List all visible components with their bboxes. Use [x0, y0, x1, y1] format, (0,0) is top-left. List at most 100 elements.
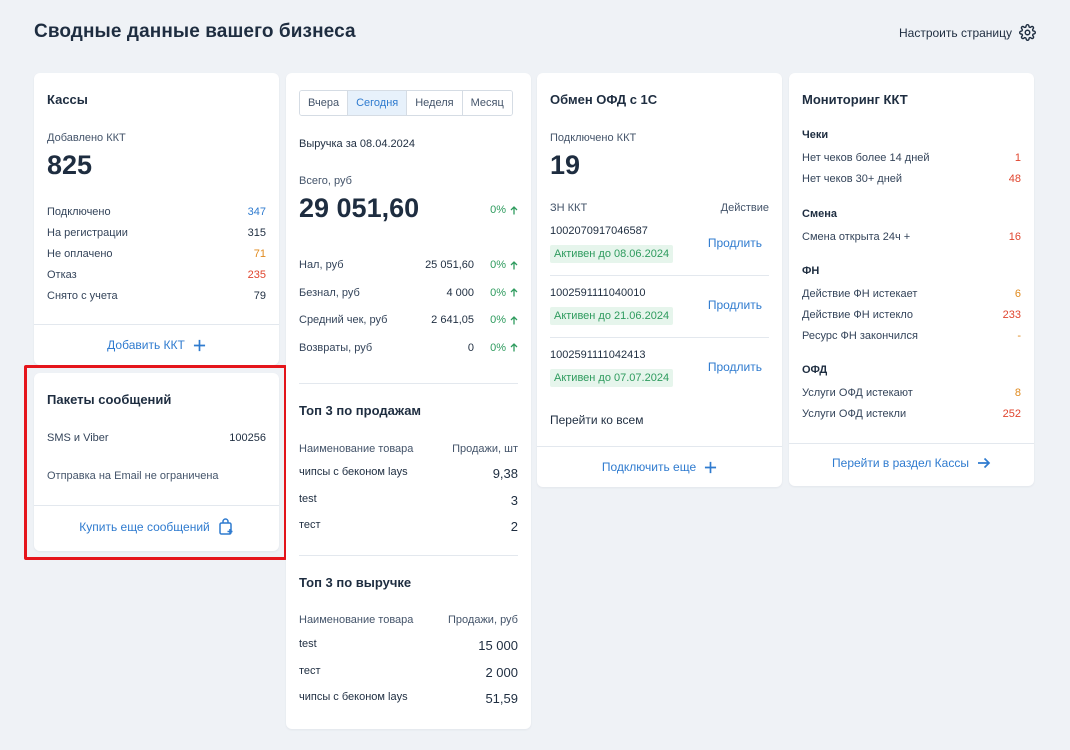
add-kkt-label: Добавить ККТ [107, 338, 185, 352]
monitoring-row: Смена открыта 24ч + 16 [802, 231, 1021, 243]
tab-period[interactable]: Неделя [407, 91, 463, 115]
page-title: Сводные данные вашего бизнеса [34, 21, 356, 42]
divider [550, 275, 769, 276]
monitoring-row-value: - [1017, 330, 1021, 342]
divider [34, 505, 279, 506]
messages-card: Пакеты сообщений SMS и Viber 100256 Отпр… [34, 373, 279, 551]
status-badge: Активен до 08.06.2024 [550, 245, 674, 263]
arrow-up-icon [510, 343, 518, 352]
monitoring-title: Мониторинг ККТ [802, 92, 908, 107]
extend-button[interactable]: Продлить [708, 360, 762, 374]
arrow-up-icon [510, 260, 518, 269]
kkt-serial-number: 1002591111042413 [550, 349, 646, 361]
metric-pct: 0% [474, 342, 518, 354]
product-name: тест [299, 519, 321, 531]
kassy-stat-label: Не оплачено [47, 248, 113, 260]
tab-period[interactable]: Сегодня [348, 91, 408, 115]
product-value: 51,59 [485, 691, 518, 706]
monitoring-row-value: 1 [1014, 152, 1021, 164]
extend-button[interactable]: Продлить [708, 298, 762, 312]
monitoring-row-label: Услуги ОФД истекли [802, 408, 907, 420]
go-to-kassy-button[interactable]: Перейти в раздел Кассы [789, 456, 1034, 470]
plus-icon [193, 339, 205, 351]
metric-value: 0 [467, 341, 474, 354]
arrow-up-icon [510, 315, 518, 324]
monitoring-row-label: Действие ФН истекает [802, 288, 918, 300]
tab-period[interactable]: Месяц [462, 91, 512, 115]
monitoring-row: Нет чеков более 14 дней 1 [802, 152, 1021, 164]
ofd-col-zn: ЗН ККТ [550, 202, 588, 214]
product-row: test 15 000 [299, 638, 518, 653]
kkt-serial-number: 1002591111040010 [550, 287, 646, 299]
monitoring-row-label: Нет чеков более 14 дней [802, 152, 930, 164]
monitoring-row: Услуги ОФД истекли 252 [802, 408, 1021, 420]
kassy-stat-label: Подключено [47, 206, 111, 218]
go-to-kassy-label: Перейти в раздел Кассы [832, 456, 969, 470]
metric-value: 4 000 [446, 286, 474, 299]
kassy-stat-row: Отказ 235 [47, 269, 266, 281]
total-pct: 0% [490, 204, 518, 216]
connect-more-button[interactable]: Подключить еще [537, 460, 782, 474]
ofd-title: Обмен ОФД с 1С [550, 92, 658, 107]
monitoring-row-label: Ресурс ФН закончился [802, 330, 918, 342]
kassy-stat-row: Снято с учета 79 [47, 290, 266, 302]
revenue-card: Вчера Сегодня Неделя Месяц Выручка за 08.04… [286, 73, 531, 729]
ofd-table-header: ЗН ККТ Действие [550, 202, 769, 214]
monitoring-row: Действие ФН истекает 6 [802, 288, 1021, 300]
metric-label: Средний чек, руб [299, 314, 388, 326]
metric-row: Нал, руб 25 051,60 0% [299, 259, 518, 271]
product-row: чипсы с беконом lays 51,59 [299, 691, 518, 706]
monitoring-row-label: Нет чеков 30+ дней [802, 173, 903, 185]
divider [34, 324, 279, 325]
monitoring-row-value: 6 [1014, 288, 1021, 300]
kassy-stat-value: 71 [253, 248, 266, 260]
product-value: 2 [510, 519, 518, 534]
monitoring-row: Ресурс ФН закончился - [802, 330, 1021, 342]
top-revenue-header: Наименование товара Продажи, руб [299, 614, 518, 626]
ofd-exchange-card: Обмен ОФД с 1С Подключено ККТ 19 ЗН ККТ … [537, 73, 782, 487]
status-badge: Активен до 07.07.2024 [550, 369, 674, 387]
product-value: 9,38 [492, 466, 518, 481]
divider [299, 555, 518, 556]
arrow-up-icon [510, 205, 518, 214]
metric-pct-value: 0% [490, 341, 506, 354]
monitoring-row-label: Действие ФН истекло [802, 309, 914, 321]
metric-row: Безнал, руб 4 000 0% [299, 287, 518, 299]
ofd-connected-label: Подключено ККТ [550, 132, 637, 144]
go-to-all-link[interactable]: Перейти ко всем [550, 413, 643, 427]
kassy-stat-value: 79 [253, 290, 266, 302]
metric-value: 25 051,60 [425, 259, 474, 271]
metric-value: 2 641,05 [431, 314, 474, 326]
messages-title: Пакеты сообщений [47, 392, 172, 407]
top-sales-col-value: Продажи, шт [452, 443, 518, 455]
configure-page-label: Настроить страницу [898, 25, 1012, 40]
extend-button[interactable]: Продлить [708, 236, 762, 250]
divider [299, 383, 518, 384]
product-name: чипсы с беконом lays [299, 691, 408, 703]
configure-page-button[interactable]: Настроить страницу [899, 24, 1036, 41]
product-name: test [299, 638, 317, 650]
metric-pct: 0% [474, 287, 518, 299]
tab-period[interactable]: Вчера [300, 91, 349, 115]
period-tabs: Вчера Сегодня Неделя Месяц [299, 90, 513, 116]
metric-pct: 0% [474, 314, 518, 326]
kassy-stat-value: 315 [247, 227, 266, 239]
monitoring-row: Нет чеков 30+ дней 48 [802, 173, 1021, 185]
product-row: test 3 [299, 493, 518, 508]
monitoring-row-value: 16 [1008, 231, 1021, 243]
arrow-up-icon [510, 288, 518, 297]
status-badge: Активен до 21.06.2024 [550, 307, 674, 325]
kassy-stat-value: 235 [247, 269, 266, 281]
kassy-stat-label: Снято с учета [47, 290, 118, 302]
buy-messages-button[interactable]: Купить еще сообщений [34, 518, 279, 536]
monitoring-row: Действие ФН истекло 233 [802, 309, 1021, 321]
product-value: 2 000 [485, 664, 518, 680]
monitoring-row-label: Смена открыта 24ч + [802, 231, 911, 243]
top-revenue-title: Топ 3 по выручке [299, 575, 412, 590]
product-row: тест 2 000 [299, 665, 518, 680]
monitoring-row-label: Услуги ОФД истекают [802, 387, 913, 399]
add-kkt-button[interactable]: Добавить ККТ [34, 338, 279, 352]
gear-icon [1019, 24, 1036, 41]
kassy-stat-row: Не оплачено 71 [47, 248, 266, 260]
arrow-right-icon [977, 457, 991, 469]
